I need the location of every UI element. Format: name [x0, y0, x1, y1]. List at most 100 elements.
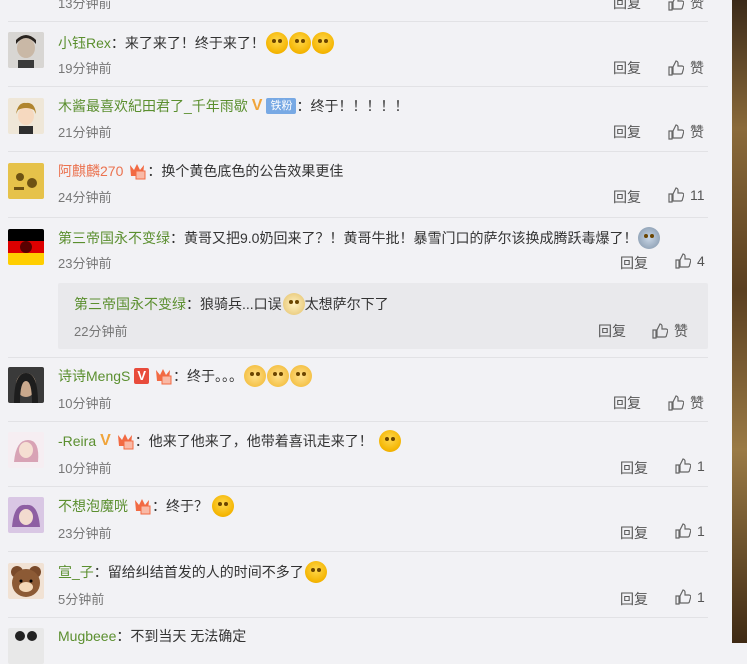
colon: ：	[93, 564, 108, 580]
doge-emoji-icon	[282, 293, 305, 315]
thumbs-up-icon	[675, 458, 691, 474]
divider	[8, 86, 708, 87]
comment-text-line: -Reira V ： 他来了他来了，他带着喜讯走来了！	[58, 430, 401, 452]
divider	[8, 617, 708, 618]
comment-text-line: 诗诗MengS V ： 终于。。。	[58, 365, 313, 387]
like-button[interactable]: 1	[675, 458, 705, 474]
divider	[8, 21, 708, 22]
comment-text-line: 第三帝国永不变绿 ： 黄哥又把9.0奶回来了？！黄哥牛批！暴雪门口的萨尔该换成腾…	[58, 227, 661, 249]
skull-emoji-icon	[638, 227, 661, 249]
thumbs-up-icon	[668, 124, 684, 140]
membership-badge-icon	[132, 497, 152, 515]
username-link[interactable]: 阿麒麟270	[58, 161, 123, 181]
divider	[8, 551, 708, 552]
reply-button[interactable]: 回复	[620, 523, 648, 543]
avatar[interactable]	[8, 367, 44, 403]
avatar[interactable]	[8, 628, 44, 664]
reply-button[interactable]: 回复	[613, 393, 641, 413]
colon: ：	[296, 98, 311, 114]
reply-button[interactable]: 回复	[620, 589, 648, 609]
colon: ：	[186, 296, 200, 312]
sub-reply-text: 太想萨尔下了	[304, 296, 389, 312]
thumbs-up-icon	[668, 187, 684, 203]
like-button[interactable]: 赞	[668, 393, 704, 413]
divider	[8, 151, 708, 152]
username-link[interactable]: -Reira	[58, 431, 96, 451]
username-link[interactable]: 诗诗MengS	[58, 366, 130, 386]
avatar[interactable]	[8, 563, 44, 599]
membership-badge-icon	[153, 367, 173, 385]
comment-time: 19分钟前	[58, 61, 112, 76]
username-link[interactable]: 小钰Rex	[58, 33, 111, 53]
cry-emoji-icon	[267, 365, 290, 387]
comment-time: 5分钟前	[58, 592, 105, 607]
like-button[interactable]: 赞	[668, 0, 704, 13]
like-button[interactable]: 11	[668, 187, 705, 203]
reply-button[interactable]: 回复	[620, 458, 648, 478]
comment-text-line: 阿麒麟270 ： 换个黄色底色的公告效果更佳	[58, 161, 343, 181]
comment-text: 换个黄色底色的公告效果更佳	[161, 163, 344, 179]
reply-button[interactable]: 回复	[620, 253, 648, 273]
fan-badge: 铁粉	[266, 98, 297, 114]
comment-time: 10分钟前	[58, 461, 112, 476]
like-button[interactable]: 1	[675, 523, 705, 539]
comment-time: 23分钟前	[58, 526, 112, 541]
avatar[interactable]	[8, 98, 44, 134]
avatar[interactable]	[8, 32, 44, 68]
like-label: 赞	[690, 124, 704, 140]
membership-badge-icon	[127, 162, 147, 180]
reply-button[interactable]: 回复	[613, 187, 641, 207]
colon: ：	[173, 368, 188, 384]
comments-panel: 13分钟前 回复 赞 小钰Rex ： 来了来了！终于来了！ 19分钟前 回复 赞	[0, 0, 732, 664]
like-label: 1	[697, 523, 705, 539]
reply-button[interactable]: 回复	[613, 0, 641, 13]
cry-emoji-icon	[290, 365, 313, 387]
comment-text: 终于。。。	[187, 368, 244, 384]
username-link[interactable]: 宣_子	[58, 562, 94, 582]
comment-time: 24分钟前	[58, 190, 112, 205]
reply-button[interactable]: 回复	[613, 58, 641, 78]
laugh-emoji-icon	[288, 32, 311, 54]
username-link[interactable]: 木酱最喜欢紀田君了_千年雨歇	[58, 96, 248, 116]
like-button[interactable]: 赞	[668, 58, 704, 78]
colon: ：	[152, 498, 166, 514]
divider	[8, 217, 708, 218]
cry-emoji-icon	[244, 365, 267, 387]
avatar[interactable]	[8, 163, 44, 199]
comment-text-line: 木酱最喜欢紀田君了_千年雨歇 V 铁粉 ： 终于！！！！！	[58, 96, 408, 116]
like-button[interactable]: 4	[675, 253, 705, 269]
comment-text-line: Mugbeee ： 不到当天 无法确定	[58, 626, 246, 646]
avatar[interactable]	[8, 497, 44, 533]
verified-v-icon: V	[100, 432, 111, 449]
username-link[interactable]: 第三帝国永不变绿	[74, 294, 186, 314]
like-button[interactable]: 赞	[668, 122, 704, 142]
sub-reply: 第三帝国永不变绿 ： 狼骑兵...口误 太想萨尔下了 22分钟前 回复 赞	[58, 283, 708, 349]
avatar[interactable]	[8, 432, 44, 468]
thumbs-up-icon	[675, 589, 691, 605]
like-button[interactable]: 1	[675, 589, 705, 605]
username-link[interactable]: 不想泡魔咣	[58, 496, 128, 516]
verified-v-icon: V	[134, 368, 150, 384]
colon: ：	[170, 230, 184, 246]
colon: ：	[134, 433, 149, 449]
laugh-emoji-icon	[304, 561, 327, 583]
username-link[interactable]: 第三帝国永不变绿	[58, 228, 170, 248]
colon: ：	[147, 163, 162, 179]
thumbs-up-icon	[675, 523, 691, 539]
username-link[interactable]: Mugbeee	[58, 626, 116, 646]
sub-reply-text: 狼骑兵...口误	[200, 296, 282, 312]
colon: ：	[110, 35, 125, 51]
reply-button[interactable]: 回复	[613, 122, 641, 142]
like-label: 赞	[690, 0, 704, 11]
like-button[interactable]: 赞	[652, 321, 688, 341]
thumbs-up-icon	[675, 253, 691, 269]
question-emoji-icon	[212, 495, 234, 517]
laugh-emoji-icon	[265, 32, 288, 54]
reply-button[interactable]: 回复	[598, 321, 626, 341]
comment-text: 来了来了！终于来了！	[124, 35, 265, 51]
avatar[interactable]	[8, 229, 44, 265]
comment-text: 他来了他来了，他带着喜讯走来了！	[148, 433, 373, 449]
divider	[8, 486, 708, 487]
comment-text-line: 宣_子 ： 留给纠结首发的人的时间不多了	[58, 561, 327, 583]
like-label: 1	[697, 458, 705, 474]
